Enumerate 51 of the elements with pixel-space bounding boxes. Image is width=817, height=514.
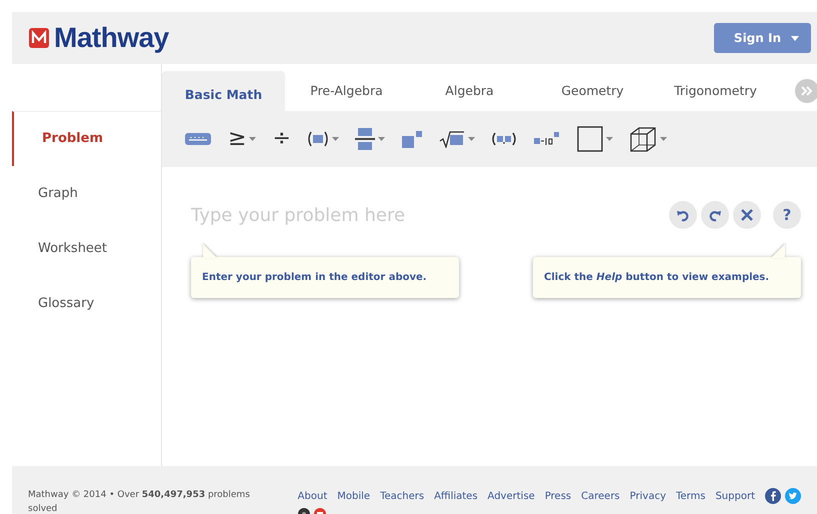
facebook-icon[interactable] bbox=[764, 488, 781, 504]
category-tab[interactable]: Geometry bbox=[531, 71, 654, 111]
caret-icon bbox=[606, 137, 613, 141]
footer-link[interactable]: Teachers bbox=[380, 488, 424, 504]
caret-icon bbox=[660, 137, 667, 141]
sidebar-item[interactable]: Worksheet bbox=[12, 221, 161, 276]
footer-link[interactable]: Privacy bbox=[630, 488, 666, 504]
caret-icon bbox=[378, 137, 385, 141]
footer-link[interactable]: Careers bbox=[581, 488, 620, 504]
logo[interactable]: Mathway bbox=[54, 17, 169, 59]
math-symbol-button[interactable]: ≥ bbox=[220, 119, 264, 159]
parentheses-icon bbox=[306, 130, 329, 148]
caret-icon bbox=[332, 137, 339, 141]
keyboard-icon bbox=[184, 130, 212, 148]
footer-link[interactable]: Affiliates bbox=[434, 488, 478, 504]
undo-button[interactable] bbox=[669, 201, 697, 229]
footer-link[interactable]: Support bbox=[715, 488, 755, 504]
caret-icon bbox=[249, 137, 256, 141]
footer-link[interactable]: About bbox=[298, 488, 328, 504]
logo-icon bbox=[28, 27, 50, 49]
category-tab[interactable]: Pre-Algebra bbox=[285, 71, 408, 111]
cube-icon bbox=[628, 126, 657, 152]
help-button[interactable]: ? bbox=[773, 201, 801, 229]
blank-square-icon bbox=[576, 126, 603, 152]
copyright-text: Mathway © 2014 • Over 540,497,953 problems solved bbox=[28, 489, 251, 514]
sidebar-item[interactable]: Glossary bbox=[12, 276, 161, 331]
category-tab[interactable]: Basic Math bbox=[162, 71, 285, 111]
math-symbol-button[interactable]: ÷ bbox=[264, 119, 299, 159]
ordered-pair-icon bbox=[490, 130, 517, 148]
category-tab[interactable]: Trigonometry bbox=[654, 71, 777, 111]
category-tab[interactable]: Algebra bbox=[408, 71, 531, 111]
footer-link[interactable]: Terms bbox=[676, 488, 706, 504]
hint-text: Enter your problem in the editor above. bbox=[202, 272, 427, 283]
sidebar-item[interactable]: Graph bbox=[12, 166, 161, 221]
footer-link[interactable]: Mobile bbox=[337, 488, 370, 504]
scientific-notation-icon bbox=[532, 130, 561, 148]
twitter-icon[interactable] bbox=[784, 488, 801, 504]
caret-icon bbox=[791, 36, 799, 42]
footer-link[interactable]: Advertise bbox=[488, 488, 535, 504]
redo-button[interactable] bbox=[701, 201, 729, 229]
clear-button[interactable] bbox=[733, 201, 761, 229]
footer-link[interactable]: Press bbox=[544, 488, 572, 504]
exponent-icon bbox=[400, 130, 423, 148]
caret-icon bbox=[468, 137, 475, 141]
sign-in-button[interactable]: Sign In bbox=[714, 23, 811, 53]
redo-icon bbox=[708, 208, 722, 222]
undo-icon bbox=[676, 208, 690, 222]
fraction-icon bbox=[354, 128, 375, 150]
close-icon bbox=[741, 209, 753, 221]
square-root-icon bbox=[438, 130, 465, 148]
hint-text: Click the Help button to view examples. bbox=[544, 272, 770, 283]
